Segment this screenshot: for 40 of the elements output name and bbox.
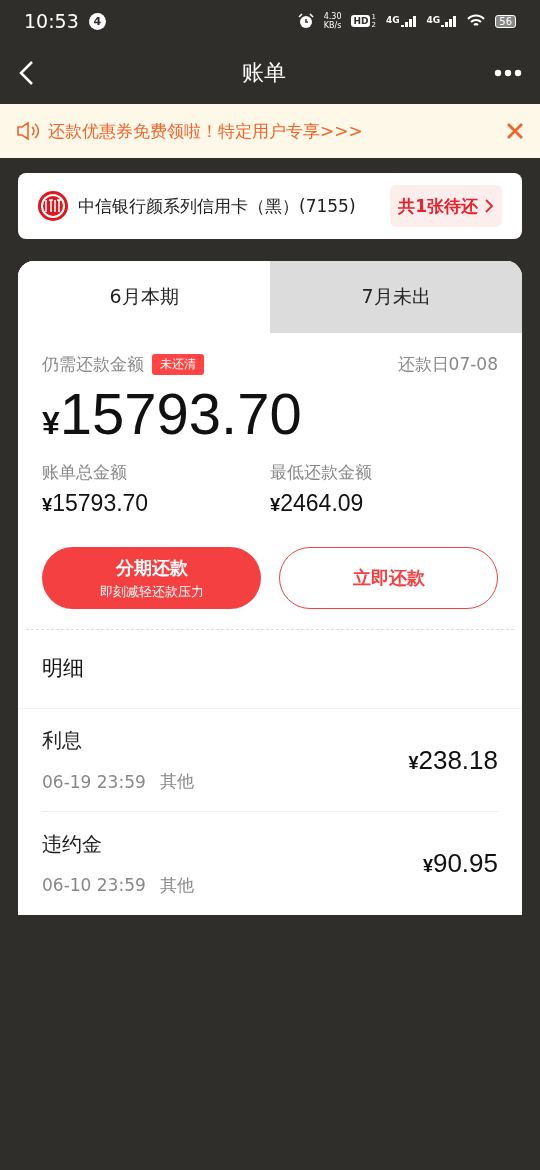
more-icon[interactable] [494,69,522,77]
amount-label: 仍需还款金额 [42,353,144,376]
section-title: 明细 [18,630,522,709]
stat-label: 最低还款金额 [270,461,373,484]
card-name: 中信银行颜系列信用卡（黑）(7155) [78,194,357,218]
alarm-icon [297,13,314,29]
back-icon[interactable] [18,60,34,86]
stat-value: ¥15793.70 [42,490,150,517]
status-tag: 未还清 [152,354,204,375]
item-type: 其他 [159,770,194,793]
amount-due: ¥15793.70 [42,380,303,447]
item-name: 利息 [42,727,83,754]
item-amount: ¥238.18 [408,744,498,776]
bank-logo-icon [38,191,68,221]
item-time: 06-10 23:59 [42,875,146,895]
signal-icon [400,15,417,27]
close-icon[interactable] [506,122,524,140]
stat-label: 账单总金额 [42,461,128,484]
signal-icon [441,15,458,27]
status-time: 10:53 [24,10,79,32]
net-speed: 4.30 [323,12,342,21]
item-amount: ¥90.95 [422,848,498,879]
hd-badge: HD [351,15,371,27]
pending-cards-button[interactable]: 共1张待还 [390,185,502,227]
notification-badge: 4 [88,12,106,30]
chevron-icon [484,198,494,214]
due-date: 还款日07-08 [397,353,498,376]
installment-button[interactable]: 分期还款 即刻减轻还款压力 [42,547,261,609]
stat-value: ¥2464.09 [270,490,365,517]
item-type: 其他 [159,873,194,897]
wifi-icon [467,14,486,28]
speaker-icon [16,121,40,141]
page-title: 账单 [242,59,286,87]
item-time: 06-19 23:59 [42,771,146,792]
battery-indicator: 56 [495,14,516,28]
item-name: 违约金 [42,830,103,858]
repay-button[interactable]: 立即还款 [279,547,498,609]
network-type: 4G [385,15,400,25]
network-type: 4G [426,15,441,25]
net-speed-unit: KB/s [323,21,342,30]
